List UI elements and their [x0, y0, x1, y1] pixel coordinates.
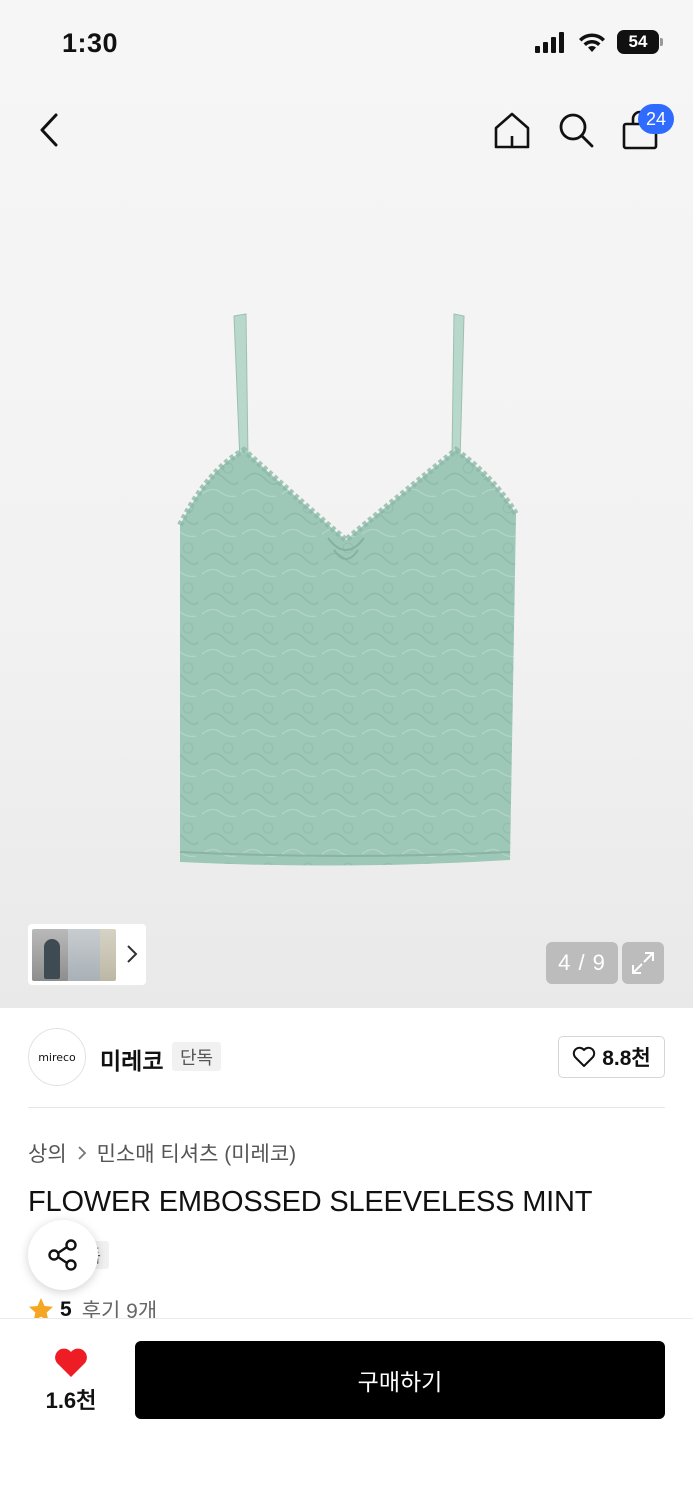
breadcrumb-category[interactable]: 상의: [28, 1138, 67, 1168]
status-bar: 1:30 54: [0, 0, 693, 90]
breadcrumb: 상의 민소매 티셔츠 (미레코): [28, 1138, 296, 1168]
thumbnail-image[interactable]: [32, 929, 68, 981]
status-time: 1:30: [62, 28, 119, 58]
heart-filled-icon: [55, 1348, 87, 1377]
home-button[interactable]: [488, 106, 536, 154]
brand-like-button[interactable]: 8.8천: [558, 1036, 665, 1078]
image-counter: 4 / 9: [546, 942, 618, 984]
signal-icon: [535, 32, 564, 53]
search-button[interactable]: [552, 106, 600, 154]
search-icon: [559, 113, 594, 148]
brand-row[interactable]: mireco 미레코 단독 8.8천: [28, 1028, 665, 1086]
wifi-icon: [579, 33, 605, 52]
heart-outline-icon: [573, 1046, 596, 1067]
cart-count-badge: 24: [638, 104, 674, 134]
brand-name[interactable]: 미레코: [100, 1042, 163, 1076]
brand-logo[interactable]: mireco: [28, 1028, 86, 1086]
back-button[interactable]: [28, 108, 72, 152]
chevron-right-icon: [127, 945, 138, 963]
product-title: FLOWER EMBOSSED SLEEVELESS MINT: [28, 1186, 593, 1218]
model-figure: [44, 939, 60, 979]
share-icon: [48, 1239, 77, 1271]
fullscreen-button[interactable]: [622, 942, 664, 984]
buy-button[interactable]: 구매하기: [135, 1341, 665, 1419]
expand-icon: [632, 952, 654, 974]
wishlist-button[interactable]: 1.6천: [30, 1343, 112, 1419]
breadcrumb-subcategory[interactable]: 민소매 티셔츠 (미레코): [97, 1138, 297, 1168]
bottom-action-bar: 1.6천 구매하기: [0, 1318, 693, 1500]
chevron-right-icon: [78, 1146, 86, 1160]
gallery-thumbnail-strip[interactable]: [28, 924, 146, 985]
chevron-left-icon: [40, 113, 58, 147]
wishlist-count: 1.6천: [45, 1388, 97, 1413]
home-icon: [494, 112, 530, 149]
share-button[interactable]: [28, 1220, 98, 1290]
status-icons: 54: [535, 30, 663, 54]
divider: [28, 1107, 665, 1108]
exclusive-badge: 단독: [172, 1042, 222, 1071]
product-image[interactable]: [160, 300, 530, 880]
battery-icon: 54: [617, 30, 663, 54]
thumbnail-image[interactable]: [64, 929, 100, 981]
brand-like-count: 8.8천: [602, 1047, 651, 1070]
